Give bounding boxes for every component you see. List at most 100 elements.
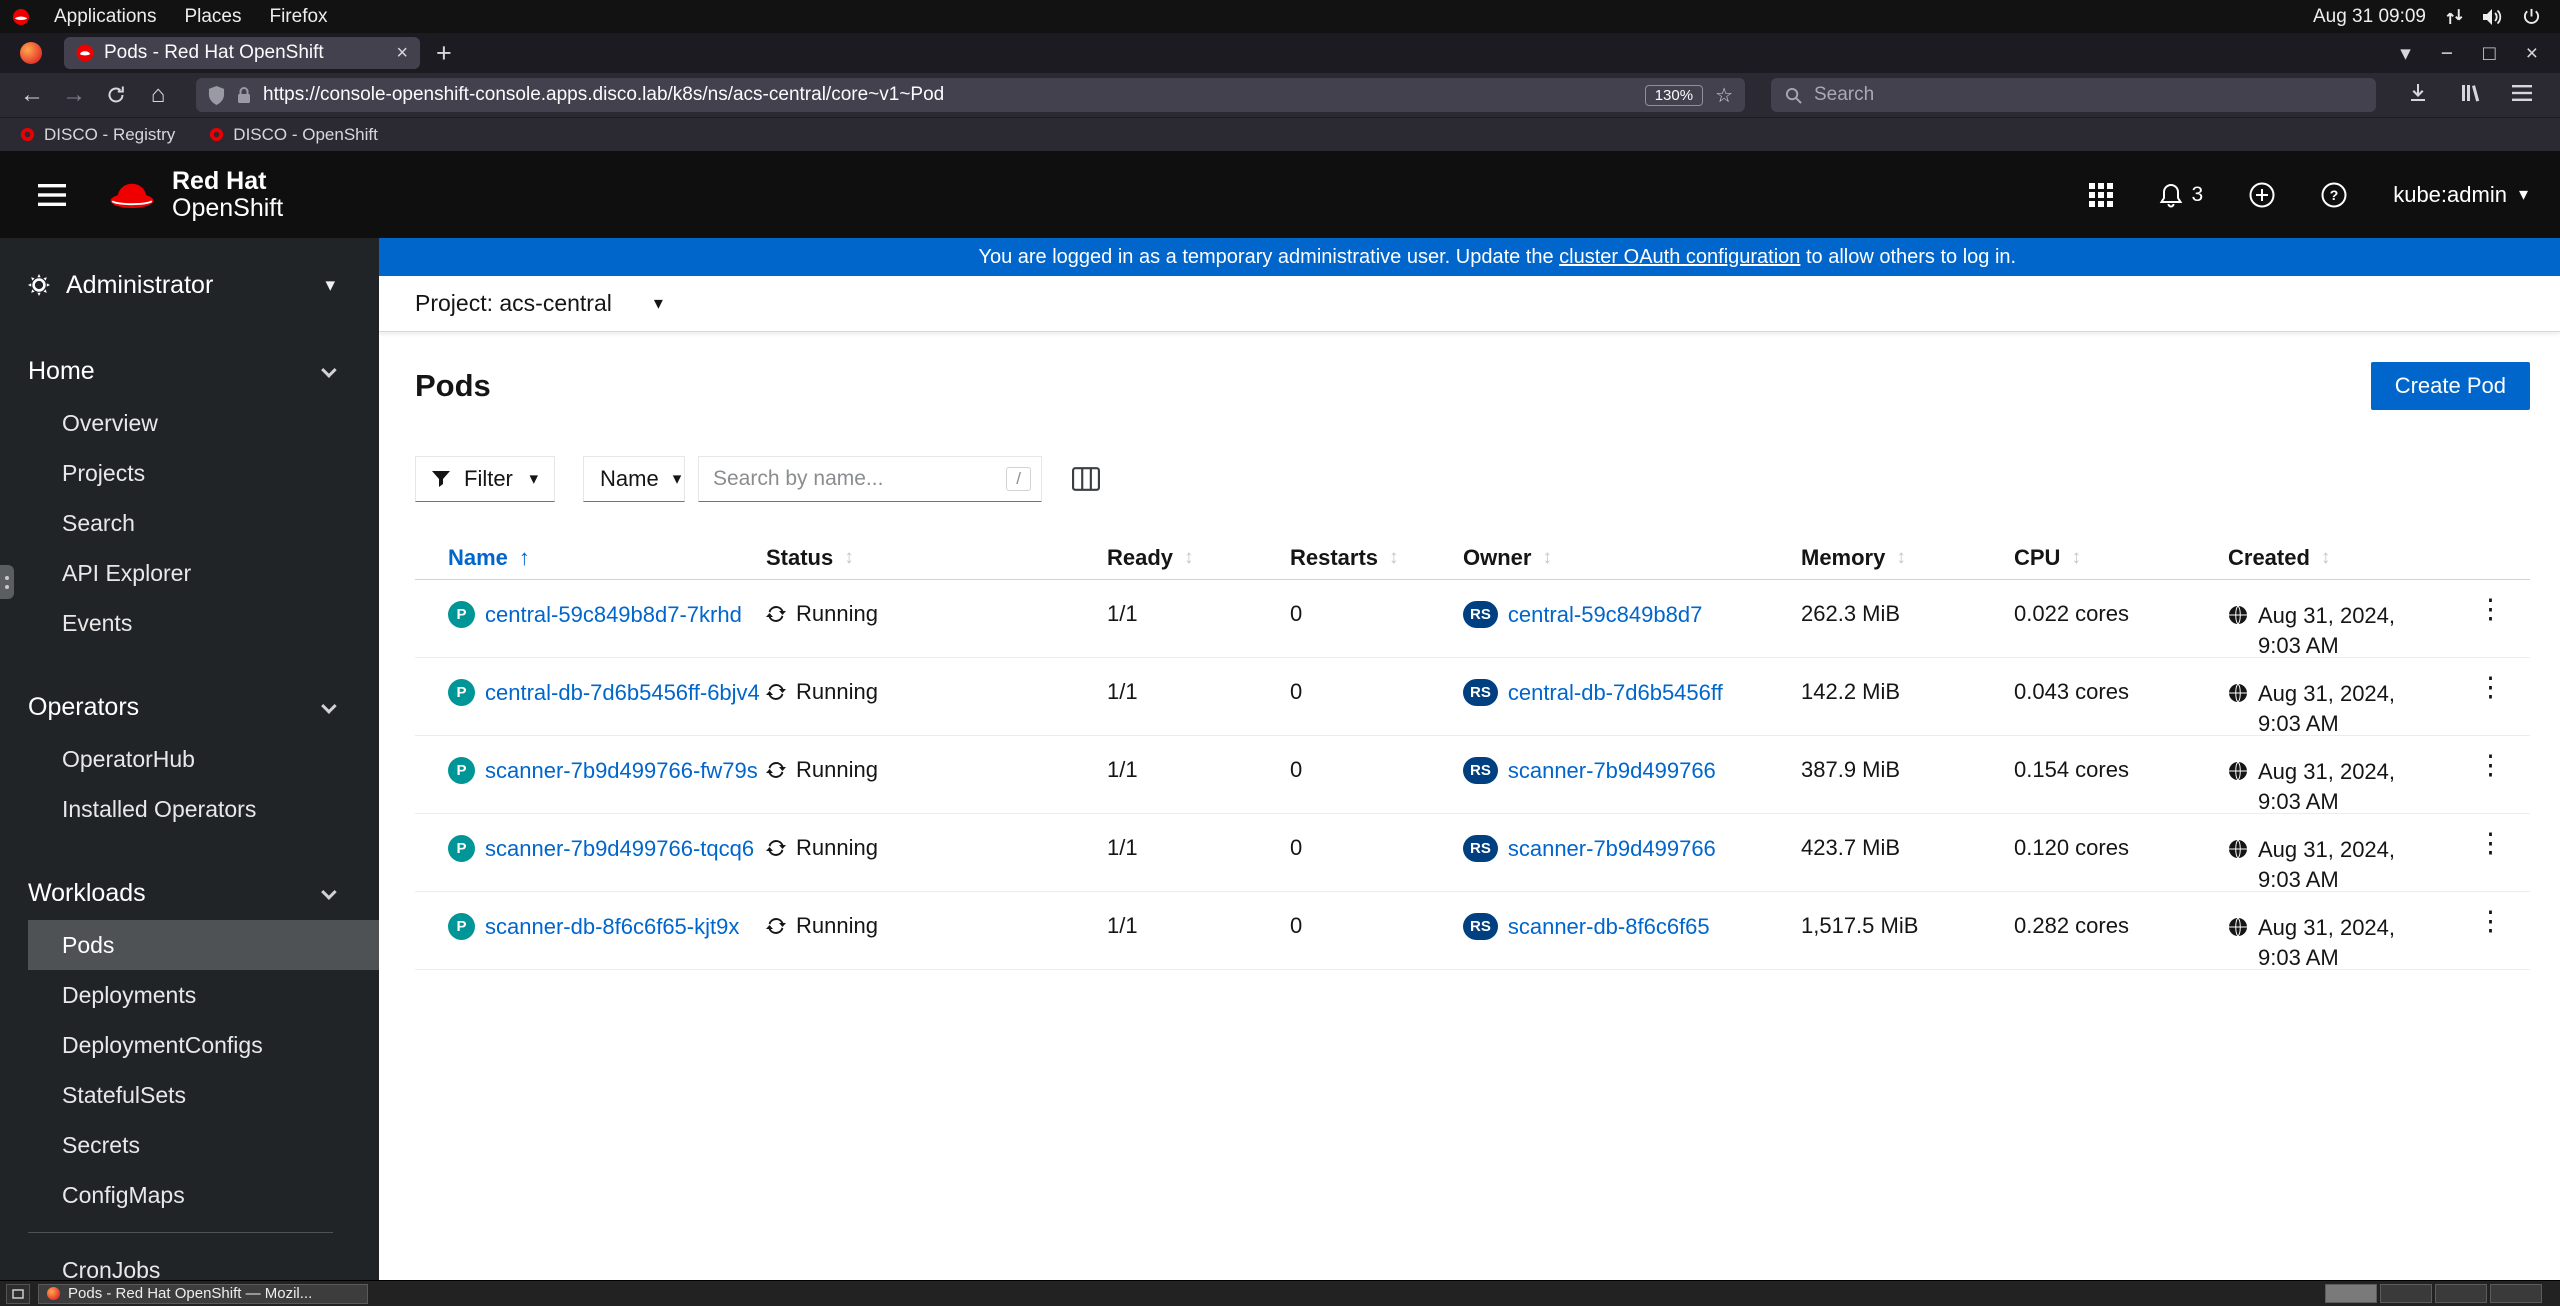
sidebar-item-pods[interactable]: Pods <box>28 920 379 970</box>
sidebar-item-search[interactable]: Search <box>28 498 379 548</box>
column-header-owner[interactable]: Owner ↕ <box>1463 545 1801 571</box>
back-button[interactable]: ← <box>14 78 50 112</box>
owner-link[interactable]: central-db-7d6b5456ff <box>1508 680 1723 706</box>
project-label: Project: acs-central <box>415 290 612 316</box>
distro-logo-icon <box>13 8 29 25</box>
name-search-input[interactable] <box>713 467 999 491</box>
library-button[interactable] <box>2460 83 2480 108</box>
menu-button[interactable] <box>2512 84 2532 106</box>
nav-section-toggle-home[interactable]: Home <box>28 350 379 392</box>
browser-search-bar[interactable]: Search <box>1771 78 2376 112</box>
firefox-menu[interactable]: Firefox <box>255 0 341 33</box>
pod-link[interactable]: scanner-7b9d499766-tqcq6 <box>485 836 754 862</box>
column-header-name[interactable]: Name ↑ <box>448 545 766 571</box>
kebab-menu-button[interactable]: ⋮ <box>2477 752 2504 779</box>
workspace-cell[interactable] <box>2380 1284 2432 1303</box>
applications-menu[interactable]: Applications <box>40 0 170 33</box>
forward-button[interactable]: → <box>56 78 92 112</box>
url-text[interactable]: https://console-openshift-console.apps.d… <box>263 84 1633 106</box>
sort-icon: ↕ <box>2071 546 2081 568</box>
kebab-menu-button[interactable]: ⋮ <box>2477 674 2504 701</box>
column-header-ready[interactable]: Ready ↕ <box>1107 545 1290 571</box>
bookmark-item-registry[interactable]: DISCO - Registry <box>20 125 175 145</box>
pod-link[interactable]: scanner-7b9d499766-fw79s <box>485 758 758 784</box>
workspace-cell[interactable] <box>2490 1284 2542 1303</box>
sidebar-drag-handle[interactable] <box>0 565 14 599</box>
nav-section-toggle-operators[interactable]: Operators <box>28 686 379 728</box>
column-header-created[interactable]: Created ↕ <box>2228 545 2458 571</box>
show-desktop-button[interactable] <box>6 1283 30 1304</box>
sidebar-item-deployments[interactable]: Deployments <box>28 970 379 1020</box>
column-header-restarts[interactable]: Restarts ↕ <box>1290 545 1463 571</box>
notifications-button[interactable]: 3 <box>2159 182 2203 208</box>
column-header-status[interactable]: Status ↕ <box>766 545 1107 571</box>
pod-link[interactable]: central-db-7d6b5456ff-6bjv4 <box>485 680 760 706</box>
import-yaml-button[interactable] <box>2249 182 2275 208</box>
pod-link[interactable]: scanner-db-8f6c6f65-kjt9x <box>485 914 739 940</box>
sidebar-item-statefulsets[interactable]: StatefulSets <box>28 1070 379 1120</box>
app-launcher-button[interactable] <box>2088 182 2113 207</box>
places-menu[interactable]: Places <box>170 0 255 33</box>
new-tab-button[interactable]: + <box>436 39 452 67</box>
zoom-indicator[interactable]: 130% <box>1644 84 1704 106</box>
filter-dropdown[interactable]: Filter ▾ <box>415 456 555 502</box>
sidebar-item-configmaps[interactable]: ConfigMaps <box>28 1170 379 1220</box>
search-attribute-dropdown[interactable]: Name ▾ <box>583 456 685 502</box>
sidebar-item-events[interactable]: Events <box>28 598 379 648</box>
list-tabs-button[interactable]: ▾ <box>2400 43 2411 64</box>
os-clock[interactable]: Aug 31 09:09 <box>2313 6 2426 28</box>
owner-link[interactable]: scanner-7b9d499766 <box>1508 758 1716 784</box>
volume-icon[interactable] <box>2483 8 2503 25</box>
column-management-button[interactable] <box>1072 467 1100 491</box>
kebab-menu-button[interactable]: ⋮ <box>2477 908 2504 935</box>
workspace-cell[interactable] <box>2435 1284 2487 1303</box>
sidebar-item-operatorhub[interactable]: OperatorHub <box>28 734 379 784</box>
lock-icon[interactable] <box>237 86 251 104</box>
owner-link[interactable]: scanner-db-8f6c6f65 <box>1508 914 1710 940</box>
browser-tab[interactable]: Pods - Red Hat OpenShift × <box>64 37 420 69</box>
tab-favicon-icon <box>76 44 94 62</box>
minimize-button[interactable]: − <box>2441 43 2453 64</box>
nav-toggle-button[interactable] <box>32 175 72 215</box>
nav-section-toggle-workloads[interactable]: Workloads <box>28 872 379 914</box>
create-pod-button[interactable]: Create Pod <box>2370 362 2530 410</box>
shield-icon[interactable] <box>208 85 225 105</box>
owner-link[interactable]: scanner-7b9d499766 <box>1508 836 1716 862</box>
kebab-menu-button[interactable]: ⋮ <box>2477 596 2504 623</box>
column-header-cpu[interactable]: CPU ↕ <box>2014 545 2228 571</box>
sidebar-item-overview[interactable]: Overview <box>28 398 379 448</box>
sidebar-item-cronjobs[interactable]: CronJobs <box>28 1245 379 1281</box>
bookmark-item-openshift[interactable]: DISCO - OpenShift <box>209 125 378 145</box>
sidebar-item-projects[interactable]: Projects <box>28 448 379 498</box>
project-selector[interactable]: Project: acs-central ▾ <box>415 290 663 317</box>
network-icon[interactable] <box>2446 8 2463 25</box>
owner-link[interactable]: central-59c849b8d7 <box>1508 602 1702 628</box>
hamburger-icon <box>38 183 66 206</box>
sidebar-item-secrets[interactable]: Secrets <box>28 1120 379 1170</box>
workspace-cell[interactable] <box>2325 1284 2377 1303</box>
kebab-menu-button[interactable]: ⋮ <box>2477 830 2504 857</box>
perspective-switcher[interactable]: Administrator ▾ <box>28 258 379 312</box>
column-header-memory[interactable]: Memory ↕ <box>1801 545 2014 571</box>
bookmark-favicon-icon <box>210 127 224 142</box>
tab-close-button[interactable]: × <box>396 43 408 63</box>
oauth-configuration-link[interactable]: cluster OAuth configuration <box>1559 246 1800 268</box>
window-list-button[interactable]: Pods - Red Hat OpenShift — Mozil... <box>38 1283 368 1304</box>
sidebar-item-deploymentconfigs[interactable]: DeploymentConfigs <box>28 1020 379 1070</box>
sidebar-item-installed-operators[interactable]: Installed Operators <box>28 784 379 834</box>
created-cell: Aug 31, 2024, 9:03 AM <box>2228 892 2458 972</box>
url-bar[interactable]: https://console-openshift-console.apps.d… <box>196 78 1745 112</box>
power-icon[interactable] <box>2523 8 2540 25</box>
maximize-button[interactable]: □ <box>2483 43 2496 64</box>
user-menu[interactable]: kube:admin ▾ <box>2393 182 2528 208</box>
help-button[interactable]: ? <box>2321 182 2347 208</box>
bell-icon <box>2159 183 2182 207</box>
reload-button[interactable] <box>98 78 134 112</box>
sidebar-item-api-explorer[interactable]: API Explorer <box>28 548 379 598</box>
bookmark-star-icon[interactable]: ☆ <box>1715 83 1733 108</box>
firefox-logo-icon[interactable] <box>20 42 42 64</box>
pod-link[interactable]: central-59c849b8d7-7krhd <box>485 602 742 628</box>
close-button[interactable]: × <box>2526 43 2538 64</box>
home-button[interactable]: ⌂ <box>140 78 176 112</box>
downloads-button[interactable] <box>2408 83 2428 108</box>
